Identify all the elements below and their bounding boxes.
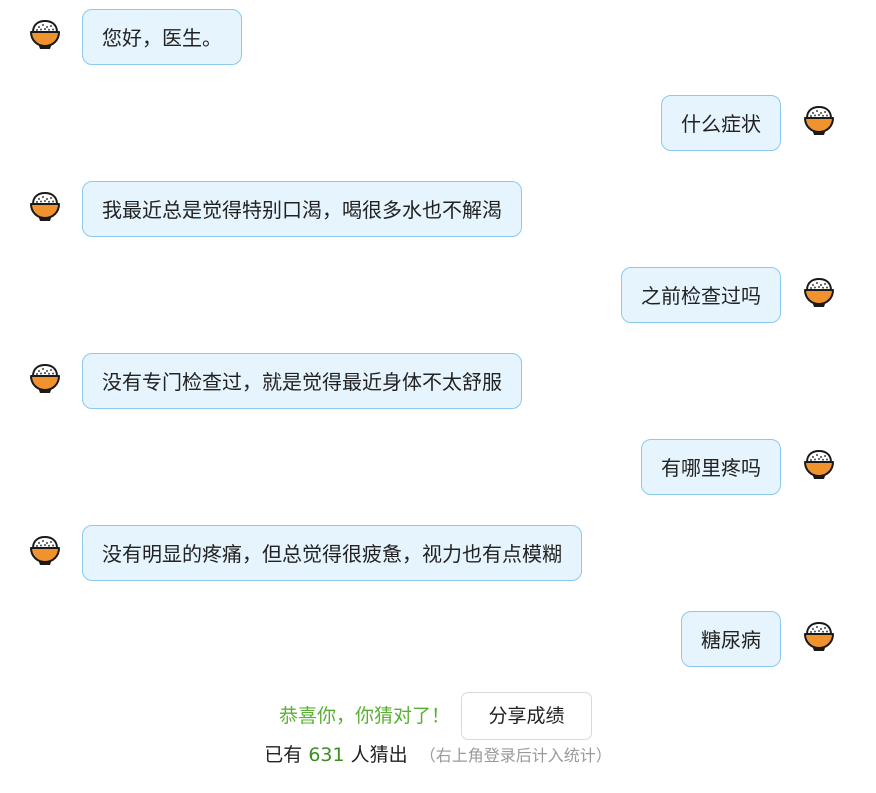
- patient-message: 没有明显的疼痛，但总觉得很疲惫，视力也有点模糊: [82, 525, 582, 581]
- message-row: 我最近总是觉得特别口渴，喝很多水也不解渴: [0, 181, 876, 241]
- message-row: 糖尿病: [0, 611, 876, 671]
- result-line: 恭喜你，你猜对了！ 分享成绩: [0, 692, 876, 740]
- rice-bowl-icon: [802, 447, 836, 481]
- message-row: 没有专门检查过，就是觉得最近身体不太舒服: [0, 353, 876, 413]
- share-score-button[interactable]: 分享成绩: [461, 692, 592, 740]
- rice-bowl-icon: [28, 17, 62, 51]
- guess-count: 631: [308, 744, 345, 766]
- rice-bowl-icon: [802, 275, 836, 309]
- message-row: 没有明显的疼痛，但总觉得很疲惫，视力也有点模糊: [0, 525, 876, 585]
- rice-bowl-icon: [28, 533, 62, 567]
- message-row: 之前检查过吗: [0, 267, 876, 327]
- message-row: 您好，医生。: [0, 9, 876, 69]
- chat-area: 您好，医生。 什么症状 我最近总是觉得特别口渴，喝很多水也不解渴 之前检查过吗 …: [0, 0, 876, 793]
- doctor-message: 糖尿病: [681, 611, 781, 667]
- rice-bowl-icon: [802, 619, 836, 653]
- guess-stats: 已有 631 人猜出 （右上角登录后计入统计）: [0, 740, 876, 770]
- congrats-message: 恭喜你，你猜对了！: [278, 705, 450, 727]
- patient-message: 没有专门检查过，就是觉得最近身体不太舒服: [82, 353, 522, 409]
- doctor-message: 之前检查过吗: [621, 267, 781, 323]
- rice-bowl-icon: [28, 189, 62, 223]
- doctor-message: 有哪里疼吗: [641, 439, 781, 495]
- stats-suffix: 人猜出: [350, 744, 408, 766]
- message-row: 什么症状: [0, 95, 876, 155]
- message-row: 有哪里疼吗: [0, 439, 876, 499]
- login-note: （右上角登录后计入统计）: [419, 746, 612, 765]
- rice-bowl-icon: [802, 103, 836, 137]
- stats-prefix: 已有: [264, 744, 303, 766]
- patient-message: 我最近总是觉得特别口渴，喝很多水也不解渴: [82, 181, 522, 237]
- patient-message: 您好，医生。: [82, 9, 242, 65]
- rice-bowl-icon: [28, 361, 62, 395]
- doctor-message: 什么症状: [661, 95, 781, 151]
